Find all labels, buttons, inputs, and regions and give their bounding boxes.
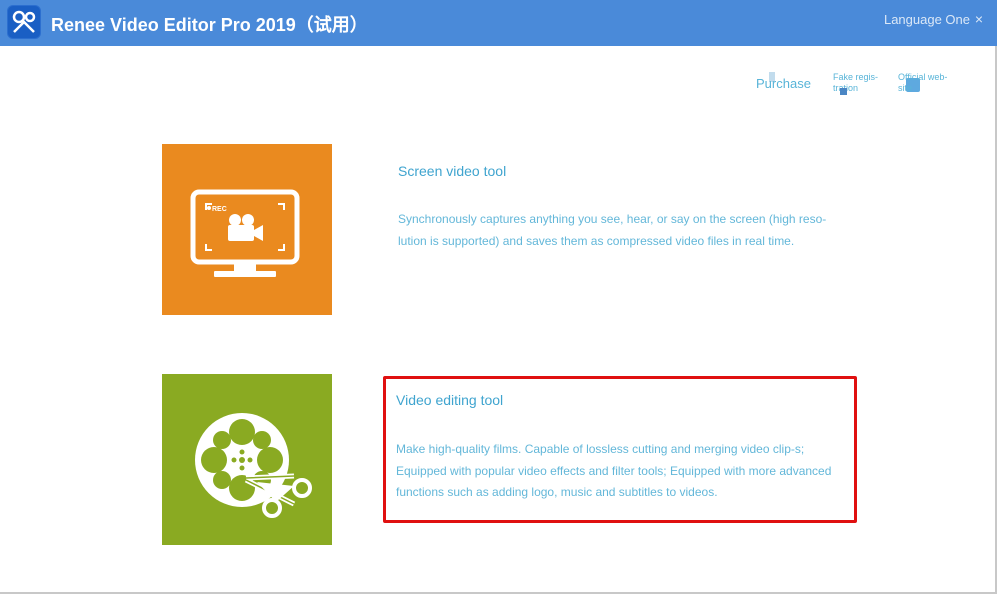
highlight-box (383, 376, 857, 523)
language-selector[interactable]: Language One (884, 12, 970, 27)
close-icon[interactable]: × (975, 11, 983, 27)
film-reel-scissors-icon (195, 413, 312, 518)
video-editing-tool-tile[interactable] (162, 374, 332, 545)
rec-label: REC (212, 206, 227, 213)
official-website-link[interactable]: Official web-site (898, 72, 960, 94)
title-bar: Renee Video Editor Pro 2019（试用） Language… (0, 0, 997, 46)
renee-logo-icon (7, 5, 41, 39)
purchase-link[interactable]: Purchase (756, 76, 811, 91)
registration-icon (840, 88, 847, 95)
window-title: Renee Video Editor Pro 2019（试用） (51, 15, 368, 35)
screen-video-tool-title[interactable]: Screen video tool (398, 163, 506, 179)
screen-video-tool-description: Synchronously captures anything you see,… (398, 212, 827, 248)
screen-record-icon: REC (190, 189, 300, 277)
screen-video-tool-tile[interactable]: REC (162, 144, 332, 315)
